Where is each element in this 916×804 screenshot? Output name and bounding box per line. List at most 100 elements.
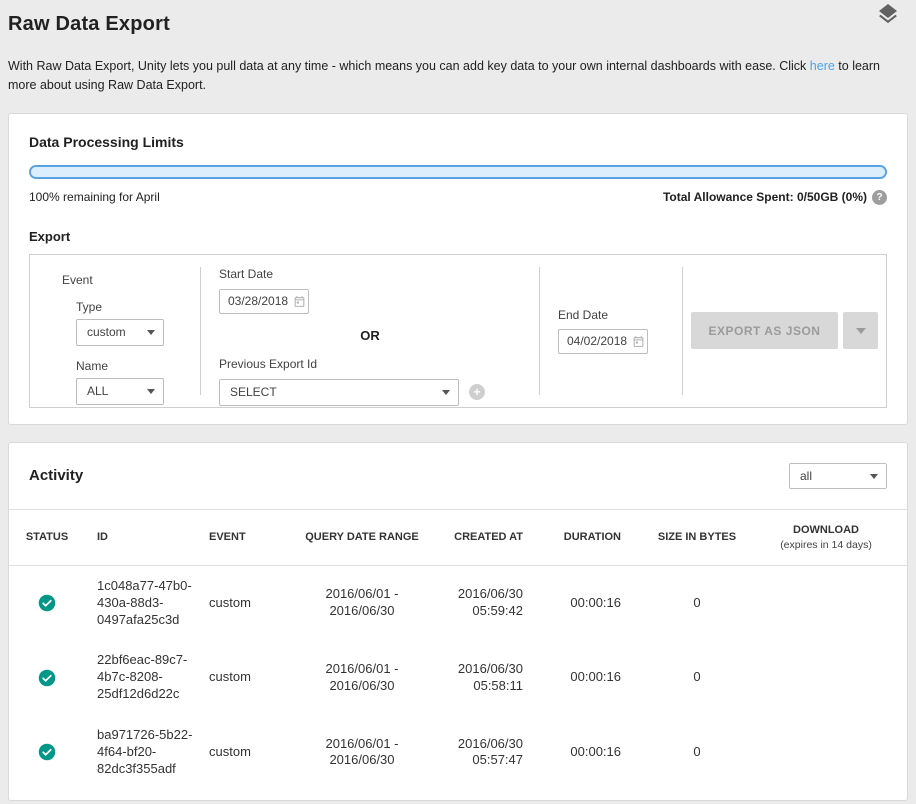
column-header-id: ID: [85, 509, 203, 565]
add-icon[interactable]: +: [469, 384, 485, 400]
type-label: Type: [76, 300, 200, 314]
export-form: Event Type custom Name ALL Start Date 03…: [29, 254, 887, 408]
column-header-duration: DURATION: [529, 509, 649, 565]
end-date-label: End Date: [558, 308, 682, 322]
event-type-value: custom: [87, 325, 126, 339]
success-check-icon: [38, 669, 56, 687]
data-processing-card: Data Processing Limits 100% remaining fo…: [8, 113, 908, 425]
activity-header: Activity all: [9, 463, 907, 509]
table-row: 22bf6eac-89c7-4b7c-8208-25df12d6d22c cus…: [9, 640, 907, 715]
page-header: Raw Data Export With Raw Data Export, Un…: [8, 0, 908, 96]
range-end: 2016/06/30: [297, 678, 427, 695]
created-at-cell: 2016/06/30 05:59:42: [433, 565, 529, 640]
download-cell: [745, 640, 907, 715]
chevron-down-icon: [856, 328, 866, 334]
duration-cell: 00:00:16: [529, 640, 649, 715]
chevron-down-icon: [442, 390, 450, 395]
download-expiry-note: (expires in 14 days): [751, 538, 901, 552]
size-cell: 0: [649, 565, 745, 640]
previous-export-select[interactable]: SELECT: [219, 379, 459, 406]
range-start: 2016/06/01 -: [297, 736, 427, 753]
range-start: 2016/06/01 -: [297, 586, 427, 603]
end-date-value: 04/02/2018: [567, 334, 627, 348]
end-date-input[interactable]: 04/02/2018: [558, 329, 648, 354]
created-date: 2016/06/30: [439, 586, 523, 603]
created-at-cell: 2016/06/30 05:58:11: [433, 640, 529, 715]
id-cell: 22bf6eac-89c7-4b7c-8208-25df12d6d22c: [85, 640, 203, 715]
chevron-down-icon: [870, 474, 878, 479]
status-cell: [9, 640, 85, 715]
export-button-column: EXPORT AS JSON: [683, 255, 886, 407]
remaining-label: 100% remaining for April: [29, 190, 160, 204]
size-cell: 0: [649, 640, 745, 715]
duration-cell: 00:00:16: [529, 565, 649, 640]
duration-cell: 00:00:16: [529, 715, 649, 790]
calendar-icon[interactable]: [293, 295, 306, 308]
download-cell: [745, 565, 907, 640]
limits-title: Data Processing Limits: [29, 134, 887, 150]
created-date: 2016/06/30: [439, 661, 523, 678]
status-cell: [9, 715, 85, 790]
table-row: 1c048a77-47b0-430a-88d3-0497afa25c3d cus…: [9, 565, 907, 640]
page-title: Raw Data Export: [8, 13, 908, 36]
event-name-select[interactable]: ALL: [76, 378, 164, 405]
event-cell: custom: [203, 565, 291, 640]
export-as-json-button[interactable]: EXPORT AS JSON: [691, 312, 839, 349]
column-header-download: DOWNLOAD (expires in 14 days): [745, 509, 907, 565]
chevron-down-icon: [147, 330, 155, 335]
name-label: Name: [76, 359, 200, 373]
column-header-query-date-range: QUERY DATE RANGE: [291, 509, 433, 565]
column-header-size-in-bytes: SIZE IN BYTES: [649, 509, 745, 565]
start-date-label: Start Date: [219, 267, 273, 281]
activity-filter-value: all: [800, 469, 812, 483]
status-cell: [9, 565, 85, 640]
event-cell: custom: [203, 640, 291, 715]
or-label: OR: [219, 328, 521, 343]
event-type-select[interactable]: custom: [76, 319, 164, 346]
layers-icon[interactable]: [876, 2, 900, 26]
start-date-value: 03/28/2018: [228, 294, 288, 308]
created-at-cell: 2016/06/30 05:57:47: [433, 715, 529, 790]
column-header-event: EVENT: [203, 509, 291, 565]
size-cell: 0: [649, 715, 745, 790]
allowance-progress-bar: [29, 165, 887, 179]
learn-more-link[interactable]: here: [810, 59, 835, 73]
previous-export-row: SELECT +: [219, 379, 521, 406]
intro-before: With Raw Data Export, Unity lets you pul…: [8, 59, 810, 73]
export-title: Export: [29, 229, 887, 244]
event-name-value: ALL: [87, 384, 108, 398]
start-date-input[interactable]: 03/28/2018: [219, 289, 309, 314]
allowance-group: Total Allowance Spent: 0/50GB (0%) ?: [663, 190, 887, 205]
dates-column: Start Date 03/28/2018 OR Previous Export…: [201, 255, 539, 407]
calendar-icon[interactable]: [632, 335, 645, 348]
table-row: ba971726-5b22-4f64-bf20-82dc3f355adf cus…: [9, 715, 907, 790]
activity-filter-select[interactable]: all: [789, 463, 887, 489]
query-date-range-cell: 2016/06/01 - 2016/06/30: [291, 565, 433, 640]
limits-row: 100% remaining for April Total Allowance…: [29, 190, 887, 205]
download-cell: [745, 715, 907, 790]
created-date: 2016/06/30: [439, 736, 523, 753]
download-header-label: DOWNLOAD: [793, 524, 859, 536]
end-date-column: End Date 04/02/2018: [540, 255, 682, 407]
range-end: 2016/06/30: [297, 752, 427, 769]
activity-card: Activity all STATUS ID EVENT QUERY DATE …: [8, 442, 908, 801]
event-column: Event Type custom Name ALL: [30, 255, 200, 407]
previous-export-label: Previous Export Id: [219, 357, 317, 371]
column-header-created-at: CREATED AT: [433, 509, 529, 565]
allowance-progress-fill: [31, 167, 885, 177]
table-header-row: STATUS ID EVENT QUERY DATE RANGE CREATED…: [9, 509, 907, 565]
export-format-dropdown-button[interactable]: [843, 312, 878, 349]
event-cell: custom: [203, 715, 291, 790]
help-icon[interactable]: ?: [872, 190, 887, 205]
created-time: 05:59:42: [439, 603, 523, 620]
activity-title: Activity: [29, 467, 83, 484]
created-time: 05:58:11: [439, 678, 523, 695]
column-header-status: STATUS: [9, 509, 85, 565]
id-cell: ba971726-5b22-4f64-bf20-82dc3f355adf: [85, 715, 203, 790]
range-start: 2016/06/01 -: [297, 661, 427, 678]
success-check-icon: [38, 743, 56, 761]
created-time: 05:57:47: [439, 752, 523, 769]
range-end: 2016/06/30: [297, 603, 427, 620]
intro-text: With Raw Data Export, Unity lets you pul…: [8, 57, 908, 96]
id-cell: 1c048a77-47b0-430a-88d3-0497afa25c3d: [85, 565, 203, 640]
